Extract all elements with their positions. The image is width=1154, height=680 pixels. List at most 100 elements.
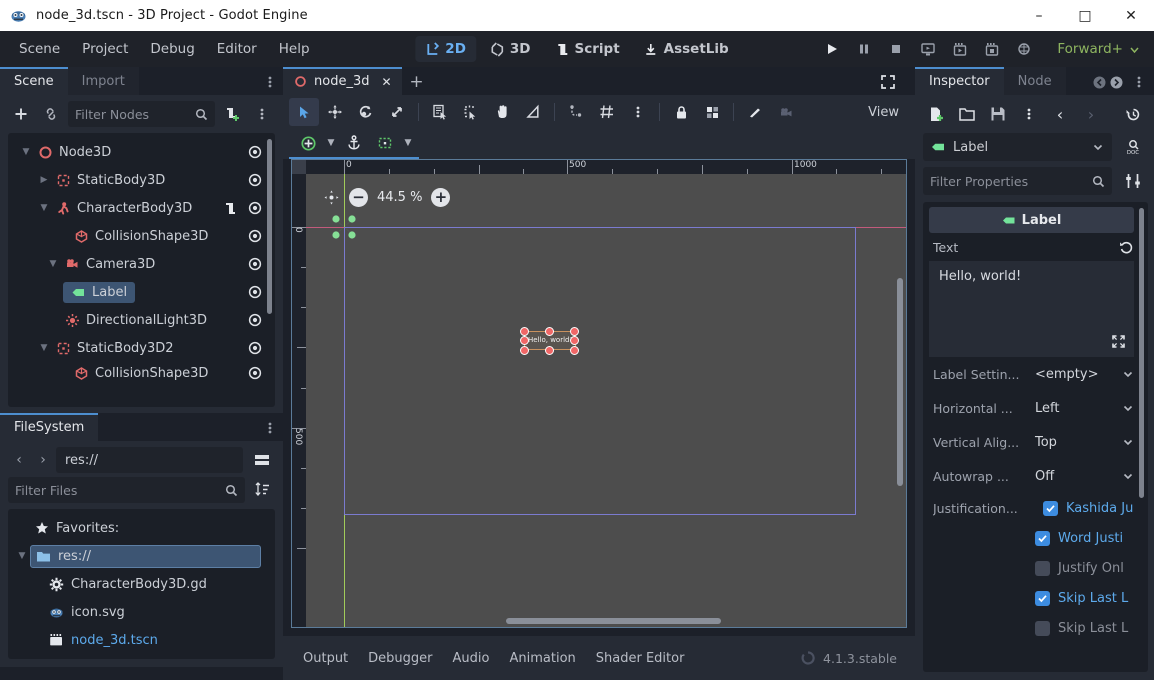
scene-tree-row-camera3d[interactable]: ▼ Camera3D	[8, 250, 275, 278]
tab-inspector[interactable]: Inspector	[915, 67, 1004, 95]
property-row-word-justification[interactable]: Word Justi	[923, 523, 1148, 553]
property-value-dropdown[interactable]: Left	[1035, 401, 1134, 416]
filesystem-row-characterbody3d-gd[interactable]: CharacterBody3D.gd	[8, 570, 275, 598]
checkbox-skip-last-line[interactable]	[1035, 590, 1050, 606]
favorites-item[interactable]: Favorites:	[30, 518, 261, 539]
pivot-tool-button[interactable]	[293, 129, 323, 157]
group-button[interactable]	[697, 98, 727, 126]
bottom-tab-animation[interactable]: Animation	[499, 645, 585, 672]
expand-arrow-icon[interactable]: ▶	[36, 175, 52, 185]
visibility-eye-icon[interactable]	[247, 284, 263, 300]
property-value-dropdown[interactable]: Top	[1035, 435, 1134, 450]
preview-camera-button[interactable]	[771, 98, 801, 126]
nav-back-button[interactable]: ‹	[8, 448, 30, 472]
history-forward-button[interactable]: ›	[1076, 101, 1106, 127]
select-mode-button[interactable]	[289, 98, 319, 126]
origin-pivot-gizmo[interactable]	[329, 212, 359, 242]
filesystem-row-res-root[interactable]: ▼ res://	[8, 542, 275, 570]
tab-assetlib[interactable]: AssetLib	[634, 36, 739, 62]
resize-handle-tr[interactable]	[570, 327, 579, 336]
node-script-icon[interactable]	[223, 201, 237, 216]
inspector-dock-menu-icon[interactable]	[1126, 69, 1152, 95]
tab-scene[interactable]: Scene	[0, 67, 68, 95]
resize-handle-tl[interactable]	[520, 327, 529, 336]
tab-script[interactable]: Script	[545, 36, 630, 62]
menu-project[interactable]: Project	[71, 36, 139, 62]
renderer-selector[interactable]: Forward+	[1051, 37, 1146, 61]
visibility-eye-icon[interactable]	[247, 365, 263, 381]
open-documentation-button[interactable]: DOC	[1118, 134, 1148, 160]
skeleton-options-button[interactable]	[740, 98, 770, 126]
filesystem-tree[interactable]: Favorites: ▼ res:// CharacterBody3D.gd i…	[8, 509, 275, 659]
rotate-mode-button[interactable]	[351, 98, 381, 126]
add-scene-tab-button[interactable]: +	[402, 69, 432, 95]
toggle-split-mode-button[interactable]	[249, 447, 275, 473]
visibility-eye-icon[interactable]	[247, 256, 263, 272]
scene-tree-row-label[interactable]: Label	[8, 278, 275, 306]
bottom-tab-shader-editor[interactable]: Shader Editor	[586, 645, 695, 672]
selected-label-node[interactable]: Hello, world!	[519, 326, 579, 355]
gdscript-file-item[interactable]: CharacterBody3D.gd	[44, 574, 261, 595]
checkbox-skip-last-line-ascent[interactable]	[1035, 620, 1050, 636]
checkbox-justify-only[interactable]	[1035, 560, 1050, 576]
property-row-skip-last-line-ascent[interactable]: Skip Last L	[923, 613, 1148, 643]
ruler-mode-button[interactable]	[456, 98, 486, 126]
anchor-tool-button[interactable]	[339, 129, 369, 157]
menu-scene[interactable]: Scene	[8, 36, 71, 62]
stop-button[interactable]	[881, 35, 911, 63]
lock-button[interactable]	[666, 98, 696, 126]
sort-files-button[interactable]	[249, 477, 275, 503]
snap-options-button[interactable]	[623, 98, 653, 126]
canvas-vertical-scrollbar[interactable]	[897, 278, 903, 486]
scene-tree-scrollbar[interactable]	[267, 139, 272, 314]
bottom-tab-output[interactable]: Output	[293, 645, 358, 672]
node-type-field[interactable]: Label	[923, 133, 1112, 161]
chevron-down-icon[interactable]: ▼	[324, 138, 338, 148]
expand-arrow-icon[interactable]: ▼	[14, 551, 30, 561]
resize-handle-bc[interactable]	[545, 346, 554, 355]
tab-3d[interactable]: 3D	[480, 36, 541, 62]
property-section-header[interactable]: Label	[929, 207, 1134, 233]
inspector-scrollbar[interactable]	[1139, 208, 1144, 498]
expand-arrow-icon[interactable]: ▼	[45, 259, 61, 269]
pause-button[interactable]	[849, 35, 879, 63]
property-row-vertical-alignment[interactable]: Vertical Alig... Top	[923, 425, 1148, 459]
expand-arrow-icon[interactable]: ▼	[36, 343, 52, 353]
inspector-settings-button[interactable]	[1118, 168, 1148, 194]
expand-arrow-icon[interactable]: ▼	[18, 147, 34, 157]
scene-tree-menu-icon[interactable]	[249, 101, 275, 127]
current-path-field[interactable]: res://	[56, 447, 243, 473]
zoom-reset-icon[interactable]	[323, 189, 340, 206]
history-back-button[interactable]: ‹	[1045, 101, 1075, 127]
tab-2d[interactable]: 2D	[415, 36, 476, 62]
measure-button[interactable]	[518, 98, 548, 126]
zoom-in-button[interactable]: +	[431, 188, 451, 207]
history-prev-icon[interactable]	[1092, 75, 1107, 90]
visibility-eye-icon[interactable]	[247, 228, 263, 244]
scene-file-item[interactable]: node_3d.tscn	[44, 630, 261, 651]
visibility-eye-icon[interactable]	[247, 312, 263, 328]
scale-mode-button[interactable]	[382, 98, 412, 126]
snap-toggle-button[interactable]	[561, 98, 591, 126]
text-property-textarea[interactable]: Hello, world!	[929, 261, 1134, 357]
filter-nodes-input[interactable]: Filter Nodes	[68, 101, 215, 127]
menu-editor[interactable]: Editor	[206, 36, 268, 62]
inspector-properties[interactable]: Label Text Hello, world! Label Settin...…	[923, 202, 1148, 672]
resize-handle-tc[interactable]	[545, 327, 554, 336]
add-node-button[interactable]	[8, 101, 34, 127]
scene-tab-node3d[interactable]: node_3d ✕	[283, 67, 402, 95]
scene-tree-row-staticbody3d2[interactable]: ▼ StaticBody3D2	[8, 334, 275, 362]
scene-tree-row-collisionshape3d-1[interactable]: CollisionShape3D	[8, 222, 275, 250]
history-menu-button[interactable]	[1118, 101, 1148, 127]
filter-properties-input[interactable]: Filter Properties	[923, 167, 1112, 195]
zoom-out-button[interactable]: −	[349, 188, 368, 207]
scene-dock-menu-icon[interactable]	[257, 69, 283, 95]
expand-icon[interactable]	[1111, 334, 1126, 349]
canvas-stage[interactable]: − 44.5 % + Hello, world!	[306, 174, 906, 627]
resize-handle-mr[interactable]	[570, 336, 579, 345]
nav-forward-button[interactable]: ›	[32, 448, 54, 472]
play-button[interactable]	[817, 35, 847, 63]
bottom-tab-debugger[interactable]: Debugger	[358, 645, 442, 672]
scene-tree[interactable]: ▼ Node3D ▶ StaticBody3D ▼ CharacterBody3…	[8, 133, 275, 407]
resize-handle-br[interactable]	[570, 346, 579, 355]
